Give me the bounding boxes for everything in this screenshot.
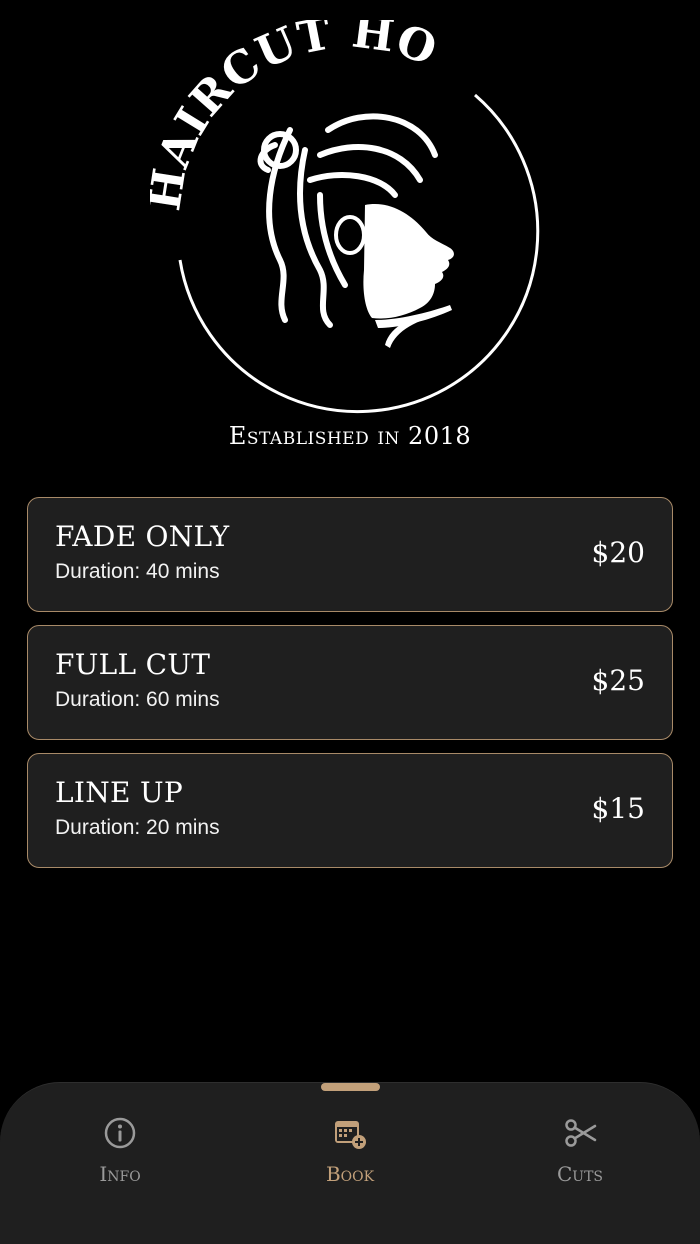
brand-logo: HAIRCUT HOMIE xyxy=(150,20,550,420)
service-duration: Duration: 40 mins xyxy=(55,560,220,583)
tab-info-label: Info xyxy=(99,1162,141,1186)
service-card-fade-only[interactable]: FADE ONLY Duration: 40 mins $20 xyxy=(27,497,673,612)
tab-info[interactable]: Info xyxy=(60,1116,180,1186)
app-screen: HAIRCUT HOMIE xyxy=(0,0,700,1244)
service-name: FULL CUT xyxy=(55,648,211,681)
service-card-line-up[interactable]: LINE UP Duration: 20 mins $15 xyxy=(27,753,673,868)
service-name: LINE UP xyxy=(55,776,184,809)
service-price: $15 xyxy=(591,792,645,825)
tab-book[interactable]: Book xyxy=(290,1116,410,1186)
active-tab-indicator xyxy=(321,1083,380,1091)
service-card-full-cut[interactable]: FULL CUT Duration: 60 mins $25 xyxy=(27,625,673,740)
service-duration: Duration: 20 mins xyxy=(55,816,220,839)
info-circle-icon xyxy=(104,1117,136,1149)
brand-tagline: Established in 2018 xyxy=(228,422,472,450)
service-duration: Duration: 60 mins xyxy=(55,688,220,711)
tab-cuts-label: Cuts xyxy=(556,1162,604,1186)
scissors-icon xyxy=(565,1119,597,1147)
tab-book-label: Book xyxy=(325,1162,375,1186)
service-name: FADE ONLY xyxy=(55,520,230,553)
service-price: $25 xyxy=(591,664,645,697)
calendar-add-icon xyxy=(335,1121,366,1149)
service-price: $20 xyxy=(591,536,645,569)
tab-cuts[interactable]: Cuts xyxy=(520,1116,640,1186)
svg-text:HAIRCUT HOMIE: HAIRCUT HOMIE xyxy=(150,20,444,214)
service-list: FADE ONLY Duration: 40 mins $20 FULL CUT… xyxy=(27,497,673,881)
